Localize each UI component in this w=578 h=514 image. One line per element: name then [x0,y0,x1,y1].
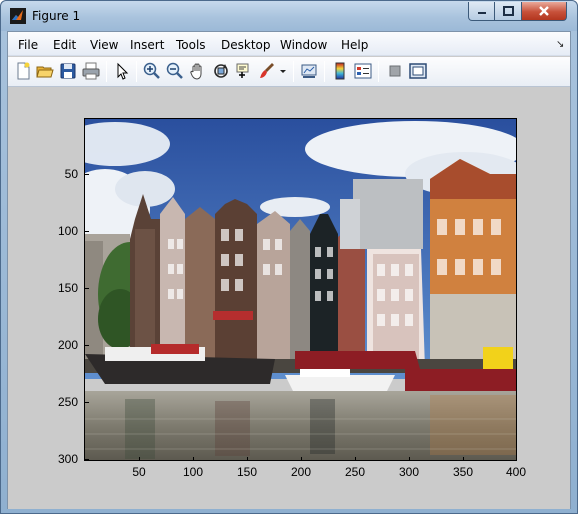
x-tickmark [301,457,302,461]
axes-area: 50 100 150 200 250 300 50 100 150 200 25… [8,88,570,509]
save-icon[interactable] [58,61,78,81]
x-tick-label: 350 [452,465,474,479]
y-tickmark [85,402,89,403]
x-tick-label: 100 [182,465,204,479]
menu-dock-arrow-icon[interactable]: ↘ [556,39,564,50]
x-tick-label: 50 [132,465,146,479]
figure-toolbar [8,57,570,87]
x-tickmark [409,457,410,461]
insert-legend-icon[interactable] [353,61,373,81]
print-icon[interactable] [81,61,101,81]
menu-bar: File Edit View Insert Tools Desktop Wind… [8,32,570,56]
y-tick-label: 200 [57,338,78,352]
menu-insert[interactable]: Insert [130,38,164,52]
x-tick-label: 400 [505,465,527,479]
x-tickmark [355,457,356,461]
y-tick-label: 300 [57,452,78,466]
menu-view[interactable]: View [90,38,118,52]
x-tickmark [139,457,140,461]
x-tickmark [247,457,248,461]
canal-houses-image[interactable] [84,118,517,461]
x-tick-label: 250 [344,465,366,479]
edit-plot-arrow-icon[interactable] [112,61,132,81]
new-figure-icon[interactable] [13,61,33,81]
minimize-button[interactable] [468,2,495,21]
open-file-icon[interactable] [35,61,55,81]
title-bar[interactable]: Figure 1 [1,1,577,31]
maximize-button[interactable] [495,2,522,21]
show-plot-tools-icon[interactable] [408,61,428,81]
brush-dropdown-icon[interactable] [278,61,288,81]
toolbar-separator [378,61,379,82]
toolbar-separator [106,61,107,82]
x-tickmark [193,457,194,461]
menu-window[interactable]: Window [280,38,327,52]
y-tickmark [85,288,89,289]
toolbar-separator [136,61,137,82]
y-tickmark [85,174,89,175]
close-button[interactable] [522,2,567,21]
maximize-icon [502,6,514,16]
menu-edit[interactable]: Edit [53,38,76,52]
pan-hand-icon[interactable] [188,61,208,81]
y-tick-label: 100 [57,224,78,238]
matlab-logo-icon [10,8,26,24]
figure-client-area: File Edit View Insert Tools Desktop Wind… [7,31,571,509]
menu-file[interactable]: File [18,38,38,52]
data-cursor-icon[interactable] [234,61,254,81]
menu-desktop[interactable]: Desktop [221,38,271,52]
toolbar-separator [293,61,294,82]
x-tick-label: 200 [290,465,312,479]
toolbar-separator [324,61,325,82]
x-tick-label: 150 [236,465,258,479]
y-tick-label: 50 [64,167,78,181]
brush-icon[interactable] [257,61,277,81]
insert-colorbar-icon[interactable] [330,61,350,81]
menu-help[interactable]: Help [341,38,368,52]
menu-tools[interactable]: Tools [176,38,206,52]
hide-plot-tools-icon[interactable] [385,61,405,81]
close-icon [539,6,549,16]
figure-window: Figure 1 File Edit View Insert Tools Des… [0,0,578,514]
window-title: Figure 1 [32,9,81,23]
y-tick-label: 250 [57,395,78,409]
x-tickmark [463,457,464,461]
y-tick-label: 150 [57,281,78,295]
zoom-out-icon[interactable] [165,61,185,81]
zoom-in-icon[interactable] [142,61,162,81]
x-tickmark [516,457,517,461]
y-tickmark [85,231,89,232]
rotate-3d-icon[interactable] [211,61,231,81]
minimize-icon [477,12,486,14]
y-tickmark [85,345,89,346]
x-tick-label: 300 [398,465,420,479]
y-tickmark [85,459,89,460]
link-plot-icon[interactable] [299,61,319,81]
